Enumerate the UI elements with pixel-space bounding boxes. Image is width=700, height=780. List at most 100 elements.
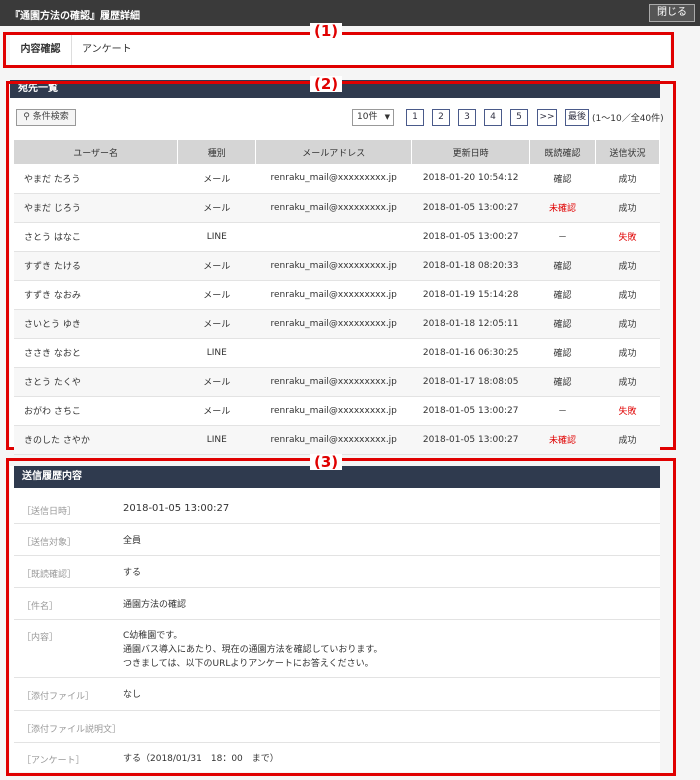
- cell-status: 成功: [595, 338, 660, 368]
- cell-status: 成功: [595, 425, 660, 455]
- page-info: (1〜10／全40件): [592, 114, 664, 124]
- cell-status: 成功: [595, 367, 660, 397]
- cell-read: －: [529, 396, 596, 426]
- cell-updated: 2018-01-18 08:20:33: [411, 251, 530, 281]
- per-page-value: 10件: [357, 112, 378, 122]
- table-row: ささき なおと LINE 2018-01-16 06:30:25 確認 成功: [14, 338, 660, 368]
- cell-username: やまだ じろう: [14, 193, 178, 223]
- cell-status: 失敗: [595, 222, 660, 252]
- cell-username: さとう はなこ: [14, 222, 178, 252]
- history-value-content: C幼稚園です。 通園バス導入にあたり、現在の通園方法を確認していおります。 つき…: [123, 629, 382, 671]
- table-row: さいとう ゆき メール renraku_mail@xxxxxxxxx.jp 2018-…: [14, 309, 660, 339]
- cell-read: －: [529, 222, 596, 252]
- cell-read: 確認: [529, 164, 596, 194]
- history-row-attachment-desc: ［添付ファイル説明文］: [14, 711, 660, 743]
- cell-updated: 2018-01-05 13:00:27: [411, 222, 530, 252]
- column-header-email: メールアドレス: [255, 140, 413, 164]
- cell-username: さとう たくや: [14, 367, 178, 397]
- cell-email: renraku_mail@xxxxxxxxx.jp: [255, 193, 412, 223]
- cell-read: 未確認: [529, 425, 596, 455]
- cell-updated: 2018-01-19 15:14:28: [411, 280, 530, 310]
- cell-status: 成功: [595, 251, 660, 281]
- page-button-5[interactable]: 5: [510, 109, 528, 126]
- recipients-table: ユーザー名 種別 メールアドレス 更新日時 既読確認 送信状況 やまだ たろうメ…: [14, 140, 660, 455]
- table-row: すずき たける メール renraku_mail@xxxxxxxxx.jp 2018-…: [14, 251, 660, 281]
- history-value: 通園方法の確認: [123, 600, 187, 610]
- cell-type: メール: [177, 164, 256, 194]
- page-button-4[interactable]: 4: [484, 109, 502, 126]
- column-header-status: 送信状況: [595, 140, 660, 164]
- table-row: すずき なおみ メール renraku_mail@xxxxxxxxx.jp 2018-…: [14, 280, 660, 310]
- cell-status: 成功: [595, 193, 660, 223]
- column-header-updated: 更新日時: [411, 140, 531, 164]
- history-label: ［添付ファイル説明文］: [22, 725, 122, 735]
- cell-status: 失敗: [595, 396, 660, 426]
- cell-updated: 2018-01-05 13:00:27: [411, 425, 530, 455]
- annotation-marker-1: (1): [310, 23, 343, 39]
- tab-survey[interactable]: アンケート: [82, 35, 152, 65]
- history-value: する: [123, 568, 142, 578]
- history-value: する（2018/01/31 18：00 まで）: [123, 754, 279, 764]
- history-row-sent-at: ［送信日時］ 2018-01-05 13:00:27: [14, 490, 660, 524]
- close-button[interactable]: 閉じる: [649, 4, 695, 22]
- history-value: 全員: [123, 536, 142, 546]
- per-page-select[interactable]: 10件 ▼: [352, 109, 394, 126]
- cell-email: [255, 338, 412, 368]
- cell-updated: 2018-01-05 13:00:27: [411, 396, 530, 426]
- history-label: ［送信対象］: [22, 538, 77, 548]
- history-label: ［件名］: [22, 602, 59, 612]
- history-row-attachment: ［添付ファイル］ なし: [14, 678, 660, 711]
- content-line: つきましては、以下のURLよりアンケートにお答えください。: [123, 659, 374, 669]
- cell-updated: 2018-01-20 10:54:12: [411, 164, 530, 194]
- cell-email: renraku_mail@xxxxxxxxx.jp: [255, 425, 412, 455]
- cell-username: やまだ たろう: [14, 164, 178, 194]
- history-row-target: ［送信対象］ 全員: [14, 524, 660, 556]
- window-title: 『通園方法の確認』履歴詳細: [10, 11, 140, 22]
- column-header-username: ユーザー名: [14, 140, 179, 164]
- page-button-3[interactable]: 3: [458, 109, 476, 126]
- history-label: ［添付ファイル］: [22, 692, 95, 702]
- cell-type: メール: [177, 396, 256, 426]
- cell-status: 成功: [595, 164, 660, 194]
- page-last-button[interactable]: 最後: [565, 109, 589, 126]
- page-next-button[interactable]: >>: [537, 109, 557, 126]
- table-header-row: ユーザー名 種別 メールアドレス 更新日時 既読確認 送信状況: [14, 140, 660, 164]
- column-header-type: 種別: [177, 140, 257, 164]
- tab-bar: 内容確認 アンケート: [10, 35, 670, 65]
- history-label: ［内容］: [22, 633, 59, 643]
- table-row: きのした さやか LINE renraku_mail@xxxxxxxxx.jp 201…: [14, 425, 660, 455]
- cell-read: 確認: [529, 367, 596, 397]
- table-row: さとう はなこ LINE 2018-01-05 13:00:27 －失敗: [14, 222, 660, 252]
- cell-username: ささき なおと: [14, 338, 178, 368]
- annotation-marker-3: (3): [310, 454, 343, 470]
- search-button-label: 条件検索: [32, 112, 69, 122]
- history-label: ［送信日時］: [22, 507, 77, 517]
- window-titlebar: 『通園方法の確認』履歴詳細 閉じる: [0, 0, 700, 26]
- page-button-1[interactable]: 1: [406, 109, 424, 126]
- cell-username: さいとう ゆき: [14, 309, 178, 339]
- history-row-content: ［内容］ C幼稚園です。 通園バス導入にあたり、現在の通園方法を確認していおりま…: [14, 620, 660, 678]
- cell-type: メール: [177, 251, 256, 281]
- cell-username: すずき たける: [14, 251, 178, 281]
- history-value: なし: [123, 690, 142, 700]
- cell-email: renraku_mail@xxxxxxxxx.jp: [255, 280, 412, 310]
- history-row-subject: ［件名］ 通園方法の確認: [14, 588, 660, 620]
- tab-content-check[interactable]: 内容確認: [10, 35, 72, 65]
- cell-read: 確認: [529, 338, 596, 368]
- cell-email: renraku_mail@xxxxxxxxx.jp: [255, 251, 412, 281]
- condition-search-button[interactable]: ⚲ 条件検索: [16, 109, 76, 126]
- cell-status: 成功: [595, 309, 660, 339]
- cell-email: renraku_mail@xxxxxxxxx.jp: [255, 309, 412, 339]
- cell-email: [255, 222, 412, 252]
- page-button-2[interactable]: 2: [432, 109, 450, 126]
- history-label: ［アンケート］: [22, 756, 85, 766]
- history-row-survey: ［アンケート］ する（2018/01/31 18：00 まで）: [14, 743, 660, 773]
- cell-read: 未確認: [529, 193, 596, 223]
- cell-email: renraku_mail@xxxxxxxxx.jp: [255, 367, 412, 397]
- table-row: やまだ たろう メール renraku_mail@xxxxxxxxx.jp 2018-…: [14, 164, 660, 194]
- cell-username: すずき なおみ: [14, 280, 178, 310]
- cell-read: 確認: [529, 251, 596, 281]
- table-row: やまだ じろう メール renraku_mail@xxxxxxxxx.jp 2018-…: [14, 193, 660, 223]
- cell-status: 成功: [595, 280, 660, 310]
- cell-username: きのした さやか: [14, 425, 178, 455]
